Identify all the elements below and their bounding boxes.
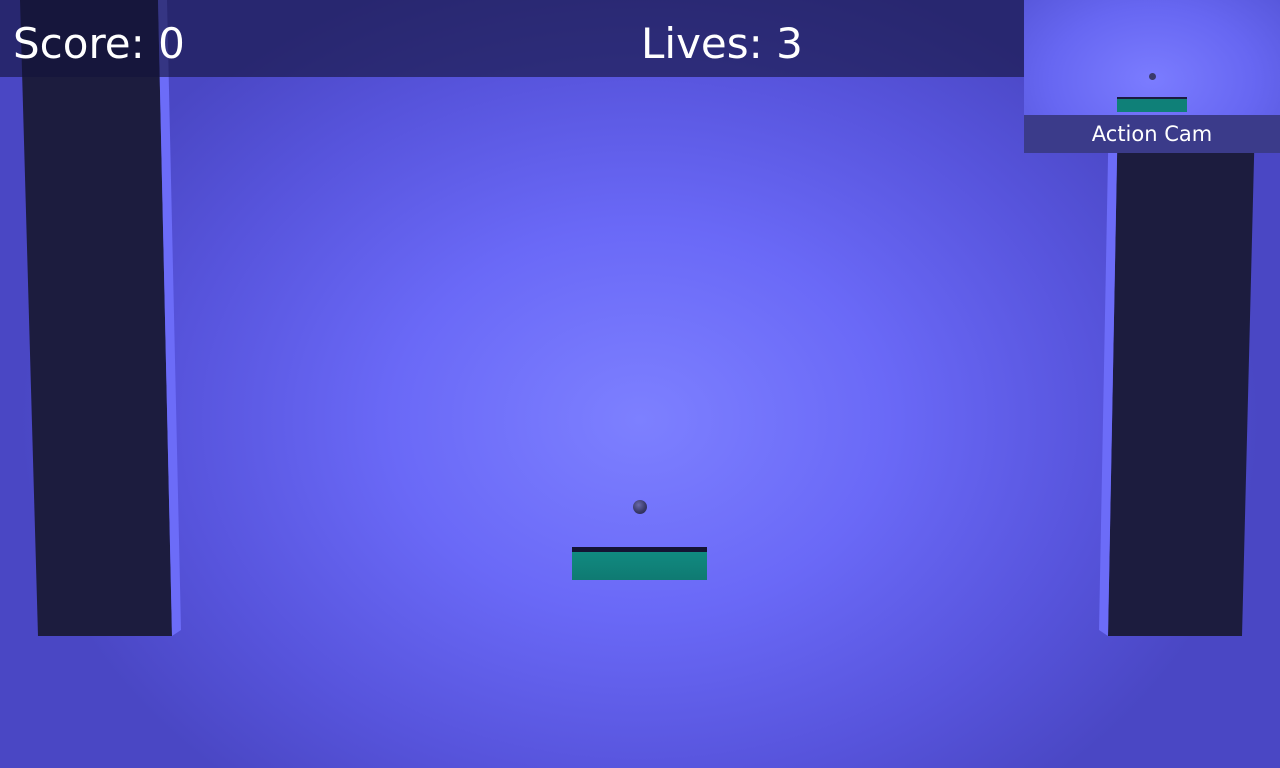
paddle-front-face — [572, 552, 707, 580]
action-cam-paddle — [1117, 97, 1187, 112]
game-viewport[interactable]: Score: 0 Lives: 3 Action Cam — [0, 0, 1280, 768]
action-cam-label: Action Cam — [1024, 115, 1280, 153]
action-cam-view — [1024, 0, 1280, 115]
left-pillar-face — [20, 0, 172, 636]
action-cam-ball — [1149, 73, 1156, 80]
action-cam-panel: Action Cam — [1024, 0, 1280, 153]
lives-display: Lives: 3 — [641, 19, 803, 68]
ball — [633, 500, 647, 514]
hud-bar: Score: 0 Lives: 3 — [0, 0, 1024, 77]
score-display: Score: 0 — [13, 19, 185, 68]
paddle[interactable] — [572, 547, 707, 580]
